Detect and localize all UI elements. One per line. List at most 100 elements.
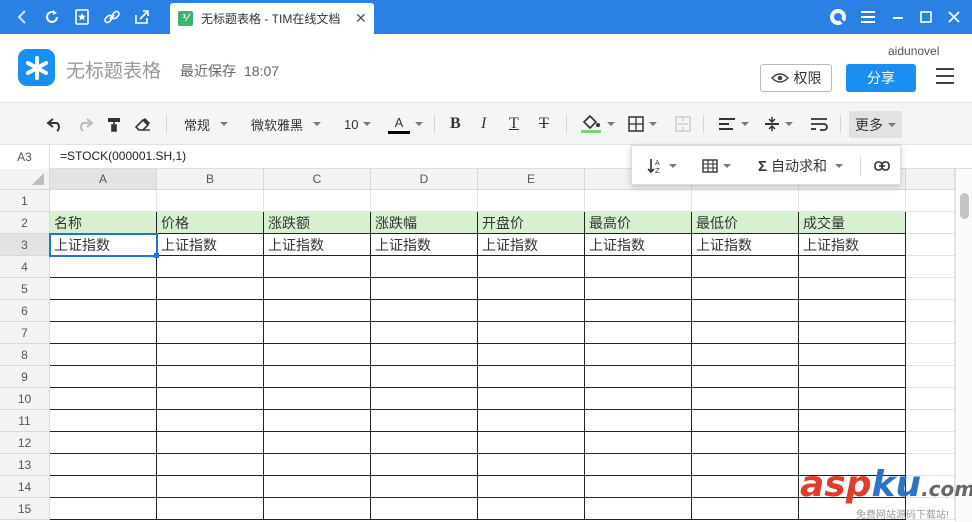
cell-H1[interactable] <box>799 190 906 212</box>
row-header[interactable]: 9 <box>0 366 50 388</box>
cell-F6[interactable] <box>585 300 692 322</box>
cell-C13[interactable] <box>264 454 371 476</box>
cell-D11[interactable] <box>371 410 478 432</box>
cell-B13[interactable] <box>157 454 264 476</box>
cell-D5[interactable] <box>371 278 478 300</box>
link-icon[interactable] <box>100 5 124 29</box>
cell-E11[interactable] <box>478 410 585 432</box>
cell-H10[interactable] <box>799 388 906 410</box>
cell-A2[interactable]: 名称 <box>50 212 157 234</box>
cell-F7[interactable] <box>585 322 692 344</box>
cell-E2[interactable]: 开盘价 <box>478 212 585 234</box>
cell-A11[interactable] <box>50 410 157 432</box>
minimize-icon[interactable] <box>886 5 910 29</box>
cell-F8[interactable] <box>585 344 692 366</box>
cell-A7[interactable] <box>50 322 157 344</box>
cell-H12[interactable] <box>799 432 906 454</box>
row-header[interactable]: 14 <box>0 476 50 498</box>
cell-C8[interactable] <box>264 344 371 366</box>
cell-F12[interactable] <box>585 432 692 454</box>
cell-G15[interactable] <box>692 498 799 520</box>
cell-G11[interactable] <box>692 410 799 432</box>
cell-E1[interactable] <box>478 190 585 212</box>
borders-dropdown[interactable] <box>628 111 657 137</box>
cell-F9[interactable] <box>585 366 692 388</box>
cell-H8[interactable] <box>799 344 906 366</box>
cell-H7[interactable] <box>799 322 906 344</box>
row-header[interactable]: 12 <box>0 432 50 454</box>
row-header[interactable]: 3 <box>0 234 50 256</box>
row-header[interactable]: 7 <box>0 322 50 344</box>
number-format-dropdown[interactable]: 常规 <box>184 111 229 137</box>
cell-F11[interactable] <box>585 410 692 432</box>
cell-D14[interactable] <box>371 476 478 498</box>
cell-C7[interactable] <box>264 322 371 344</box>
cell-C12[interactable] <box>264 432 371 454</box>
cell-A10[interactable] <box>50 388 157 410</box>
cell-E8[interactable] <box>478 344 585 366</box>
eraser-icon[interactable] <box>134 111 152 137</box>
cell-B6[interactable] <box>157 300 264 322</box>
column-header[interactable]: A <box>50 169 157 190</box>
cell-A15[interactable] <box>50 498 157 520</box>
cell-F15[interactable] <box>585 498 692 520</box>
cell-B7[interactable] <box>157 322 264 344</box>
row-header[interactable]: 13 <box>0 454 50 476</box>
cell-B5[interactable] <box>157 278 264 300</box>
cell-F1[interactable] <box>585 190 692 212</box>
cell-E13[interactable] <box>478 454 585 476</box>
row-header[interactable]: 4 <box>0 256 50 278</box>
horizontal-align-dropdown[interactable] <box>718 111 749 137</box>
cell-F13[interactable] <box>585 454 692 476</box>
cell-E3[interactable]: 上证指数 <box>478 234 585 256</box>
cell-H4[interactable] <box>799 256 906 278</box>
row-header[interactable]: 8 <box>0 344 50 366</box>
cell-G13[interactable] <box>692 454 799 476</box>
q-search-icon[interactable] <box>826 5 850 29</box>
cell-G12[interactable] <box>692 432 799 454</box>
cell-E15[interactable] <box>478 498 585 520</box>
font-color-dropdown[interactable]: A <box>388 111 423 137</box>
cell-D4[interactable] <box>371 256 478 278</box>
cell-F2[interactable]: 最高价 <box>585 212 692 234</box>
cell-A8[interactable] <box>50 344 157 366</box>
cell-C2[interactable]: 涨跌额 <box>264 212 371 234</box>
cell-B2[interactable]: 价格 <box>157 212 264 234</box>
cell-D10[interactable] <box>371 388 478 410</box>
wrap-text-icon[interactable] <box>810 111 828 137</box>
column-header[interactable]: D <box>371 169 478 190</box>
cell-C1[interactable] <box>264 190 371 212</box>
formula-input[interactable]: =STOCK(000001.SH,1) <box>60 149 186 163</box>
permission-button[interactable]: 权限 <box>760 64 832 92</box>
cell-G14[interactable] <box>692 476 799 498</box>
cell-F5[interactable] <box>585 278 692 300</box>
browser-menu-icon[interactable] <box>856 5 880 29</box>
scrollbar-thumb[interactable] <box>960 193 969 219</box>
vertical-align-dropdown[interactable] <box>764 111 793 137</box>
cell-H2[interactable]: 成交量 <box>799 212 906 234</box>
merge-cells-icon[interactable] <box>675 111 691 137</box>
cell-C15[interactable] <box>264 498 371 520</box>
row-header[interactable]: 1 <box>0 190 50 212</box>
doc-title[interactable]: 无标题表格 <box>66 56 161 83</box>
cell-E14[interactable] <box>478 476 585 498</box>
row-header[interactable]: 6 <box>0 300 50 322</box>
cell-D6[interactable] <box>371 300 478 322</box>
cell-A6[interactable] <box>50 300 157 322</box>
cell-C5[interactable] <box>264 278 371 300</box>
cell-E10[interactable] <box>478 388 585 410</box>
cell-E12[interactable] <box>478 432 585 454</box>
cell-D9[interactable] <box>371 366 478 388</box>
cell-A5[interactable] <box>50 278 157 300</box>
cell-C6[interactable] <box>264 300 371 322</box>
cell-B4[interactable] <box>157 256 264 278</box>
tab-close-icon[interactable]: ✕ <box>355 10 367 27</box>
cell-C10[interactable] <box>264 388 371 410</box>
cell-C11[interactable] <box>264 410 371 432</box>
more-button[interactable]: 更多 <box>849 111 902 138</box>
browser-tab[interactable]: ⅟ 无标题表格 - TIM在线文档 ✕ <box>170 3 374 34</box>
redo-icon[interactable] <box>76 111 94 137</box>
font-size-dropdown[interactable]: 10 <box>344 111 372 137</box>
bookmark-icon[interactable] <box>70 5 94 29</box>
cell-D1[interactable] <box>371 190 478 212</box>
